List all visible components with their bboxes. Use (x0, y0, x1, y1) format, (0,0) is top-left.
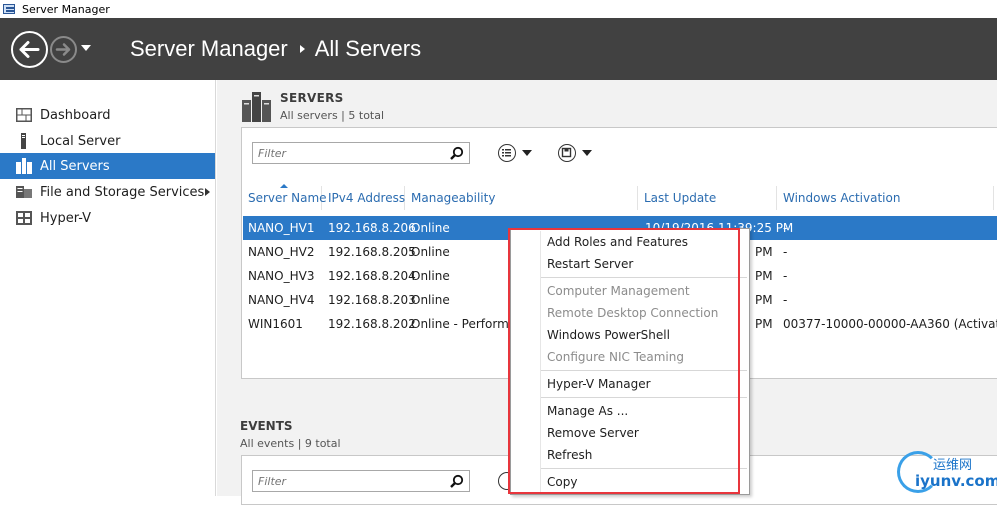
cell-manageability: Online (411, 221, 450, 235)
menu-separator (541, 468, 747, 469)
submenu-arrow-icon[interactable] (205, 188, 210, 196)
cell-ipv4: 192.168.8.204 (328, 269, 416, 283)
menu-item-restart-server[interactable]: Restart Server (511, 253, 749, 275)
sidebar-item-local-server[interactable]: Local Server (0, 128, 215, 154)
back-button[interactable] (11, 31, 48, 68)
context-menu: Add Roles and Features Restart Server Co… (510, 228, 750, 495)
cell-server-name: NANO_HV4 (248, 293, 315, 307)
sidebar-item-label: Hyper-V (40, 210, 92, 226)
sidebar-item-dashboard[interactable]: Dashboard (0, 102, 215, 128)
sidebar-item-label: Dashboard (40, 107, 111, 123)
search-icon[interactable] (450, 146, 464, 160)
menu-item-remove-server[interactable]: Remove Server (511, 422, 749, 444)
watermark-logo: 运维网 iyunv.com (893, 448, 997, 496)
cell-activation: - (783, 245, 788, 259)
cell-activation: - (783, 221, 788, 235)
cell-server-name: NANO_HV2 (248, 245, 315, 259)
cell-server-name: NANO_HV1 (248, 221, 315, 235)
watermark-cn: 运维网 (933, 458, 973, 473)
server-manager-app-icon (3, 3, 17, 15)
menu-separator (541, 397, 747, 398)
cell-manageability: Online (411, 293, 450, 307)
menu-item-manage-as[interactable]: Manage As ... (511, 400, 749, 422)
cell-ipv4: 192.168.8.206 (328, 221, 416, 235)
breadcrumb: Server Manager All Servers (130, 36, 421, 62)
cell-ipv4: 192.168.8.203 (328, 293, 416, 307)
save-icon (558, 144, 576, 162)
forward-button[interactable] (50, 36, 77, 63)
servers-filter[interactable] (252, 142, 470, 164)
servers-subtitle: All servers | 5 total (280, 109, 385, 122)
chevron-down-icon (522, 150, 532, 156)
column-manageability[interactable]: Manageability (405, 186, 638, 210)
sidebar: Dashboard Local Server All Servers File … (0, 80, 216, 496)
events-subtitle: All events | 9 total (240, 437, 341, 450)
window-title: Server Manager (22, 2, 110, 16)
cell-activation: - (783, 269, 788, 283)
menu-separator (541, 370, 747, 371)
menu-item-computer-management: Computer Management (547, 284, 690, 298)
column-ipv4-address[interactable]: IPv4 Address (322, 186, 405, 210)
arrow-left-icon (19, 41, 40, 58)
cell-server-name: WIN1601 (248, 317, 303, 331)
file-storage-icon (16, 186, 32, 198)
cell-last-update: PM (755, 317, 773, 331)
breadcrumb-separator-icon (299, 45, 305, 53)
dashboard-icon (16, 108, 32, 122)
cell-last-update: PM (755, 269, 773, 283)
column-last-update[interactable]: Last Update (638, 186, 777, 210)
cell-last-update: PM (755, 293, 773, 307)
cell-activation: - (783, 293, 788, 307)
menu-item-nic-teaming: Configure NIC Teaming (547, 350, 684, 364)
servers-filter-input[interactable] (253, 143, 443, 163)
column-server-name[interactable]: Server Name (242, 184, 327, 210)
cell-last-update: PM (755, 245, 773, 259)
menu-item-windows-powershell[interactable]: Windows PowerShell (511, 324, 749, 346)
cell-activation: 00377-10000-00000-AA360 (Activated) (783, 317, 997, 331)
arrow-right-icon (55, 43, 71, 56)
events-filter-input[interactable] (253, 471, 443, 491)
list-options-icon (498, 144, 516, 162)
column-windows-activation[interactable]: Windows Activation (777, 186, 994, 210)
sidebar-item-hyper-v[interactable]: Hyper-V (0, 205, 215, 231)
menu-separator (541, 277, 747, 278)
servers-section-icon (242, 92, 271, 122)
sidebar-item-label: File and Storage Services (40, 184, 205, 200)
sidebar-item-file-storage[interactable]: File and Storage Services (0, 179, 215, 205)
breadcrumb-current: All Servers (314, 36, 422, 61)
cell-manageability: Online (411, 269, 450, 283)
history-dropdown-icon[interactable] (81, 45, 91, 51)
all-servers-icon (16, 158, 32, 174)
servers-title: SERVERS (280, 91, 344, 105)
cell-ipv4: 192.168.8.205 (328, 245, 416, 259)
cell-manageability: Online - Performan (411, 317, 524, 331)
menu-item-hyperv-manager[interactable]: Hyper-V Manager (511, 373, 749, 395)
cell-ipv4: 192.168.8.202 (328, 317, 416, 331)
menu-item-refresh[interactable]: Refresh (511, 444, 749, 466)
chevron-down-icon (582, 150, 592, 156)
view-options-button[interactable] (498, 143, 540, 163)
sidebar-item-label: All Servers (40, 158, 110, 174)
events-title: EVENTS (240, 419, 293, 433)
window-titlebar: Server Manager (0, 0, 997, 18)
breadcrumb-root[interactable]: Server Manager (130, 36, 288, 62)
sidebar-item-all-servers[interactable]: All Servers (0, 153, 215, 179)
header-bar: Server Manager All Servers (0, 18, 997, 80)
local-server-icon (21, 133, 26, 149)
watermark-en: iyunv.com (915, 472, 997, 490)
hyperv-icon (16, 211, 32, 225)
cell-manageability: Online (411, 245, 450, 259)
menu-item-add-roles[interactable]: Add Roles and Features (511, 231, 749, 253)
sidebar-item-label: Local Server (40, 133, 121, 149)
save-query-button[interactable] (558, 143, 600, 163)
menu-item-copy[interactable]: Copy (511, 471, 749, 493)
sort-ascending-icon (280, 184, 288, 188)
menu-item-remote-desktop: Remote Desktop Connection (547, 306, 719, 320)
search-icon[interactable] (450, 474, 464, 488)
events-filter[interactable] (252, 470, 470, 492)
cell-server-name: NANO_HV3 (248, 269, 315, 283)
